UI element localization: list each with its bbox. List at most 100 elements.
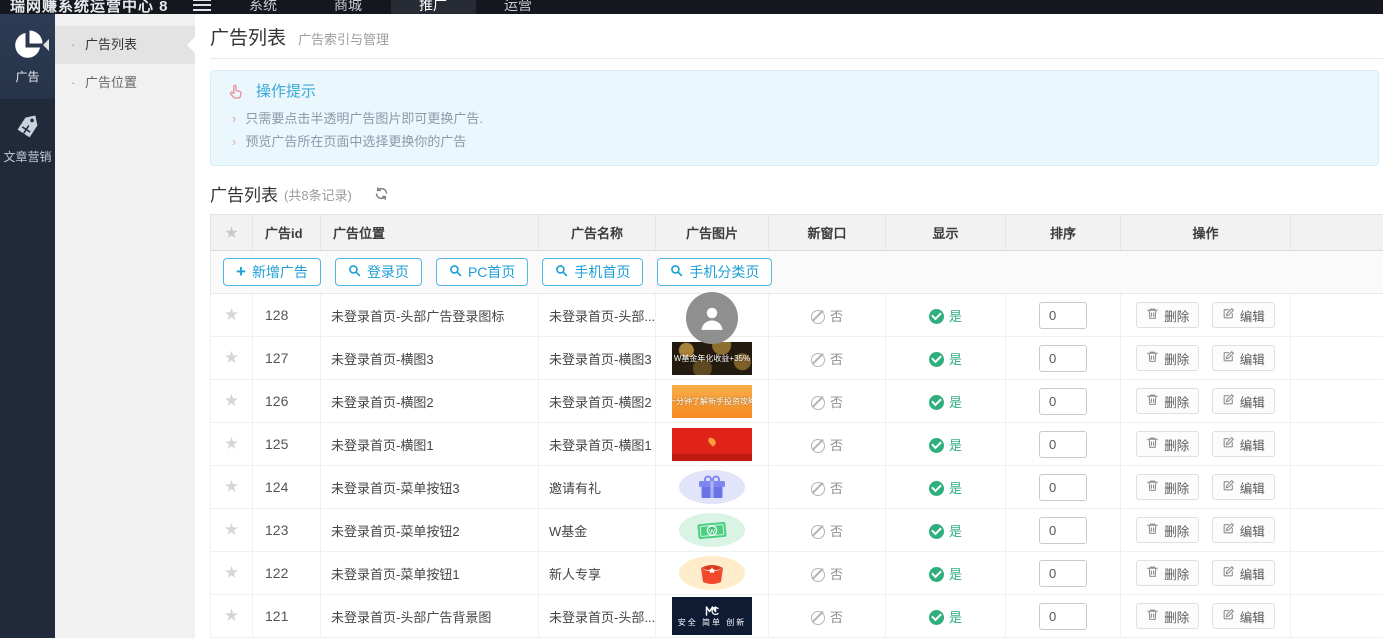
ad-image-banner-dark[interactable]: W基金年化收益+35% [672,342,752,375]
edit-button[interactable]: 编辑 [1212,474,1275,500]
ad-id-cell: 121 [253,595,321,638]
filter-button[interactable]: 登录页 [335,258,422,286]
delete-button[interactable]: 删除 [1136,302,1199,328]
ad-name-cell: 邀请有礼 [539,466,656,509]
refresh-icon[interactable] [374,186,389,201]
delete-button[interactable]: 删除 [1136,603,1199,629]
ad-id-cell: 128 [253,294,321,337]
empty-cell [1291,466,1383,509]
yes-icon [929,524,944,539]
ad-image-redpacket[interactable] [679,556,745,590]
actions-cell: 删除 编辑 [1121,595,1291,638]
edit-button[interactable]: 编辑 [1212,603,1275,629]
column-header: 操作 [1121,215,1291,251]
menu-icon[interactable] [193,0,211,11]
ad-image-banner-navy[interactable]: 安全 简单 创新 [672,597,752,635]
star-icon[interactable]: ★ [224,348,239,367]
sidebar-item-label: 广告 [15,70,39,84]
star-icon[interactable]: ★ [224,606,239,625]
new-window-cell: 否 [769,380,886,423]
ad-position-cell: 未登录首页-横图3 [321,337,539,380]
ad-name-cell: 未登录首页-头部... [539,595,656,638]
sort-input[interactable] [1039,474,1087,501]
yes-icon [929,567,944,582]
actions-cell: 删除 编辑 [1121,552,1291,595]
edit-button[interactable]: 编辑 [1212,388,1275,414]
filter-button[interactable]: PC首页 [436,258,528,286]
trash-icon [1146,522,1159,538]
top-nav-item[interactable]: 系统 [221,0,306,14]
new-window-cell: 否 [769,595,886,638]
sort-input[interactable] [1039,560,1087,587]
actions-cell: 删除 编辑 [1121,380,1291,423]
no-icon [811,396,825,410]
column-header: 显示 [886,215,1006,251]
ad-position-cell: 未登录首页-横图2 [321,380,539,423]
top-nav-item[interactable]: 商城 [306,0,391,14]
add-ad-button[interactable]: + 新增广告 [223,258,321,286]
favorite-column-header: ★ [211,215,253,251]
red-packet-icon [699,561,725,585]
tips-box: 操作提示 只需要点击半透明广告图片即可更换广告. 预览广告所在页面中选择更换你的… [210,70,1379,166]
sort-input[interactable] [1039,517,1087,544]
delete-button[interactable]: 删除 [1136,560,1199,586]
ad-image-banner-orange[interactable]: 一分钟了解新手投资攻略 [672,385,752,418]
ad-image-avatar[interactable] [686,292,738,344]
star-icon[interactable]: ★ [224,305,239,324]
no-icon [811,482,825,496]
sidebar-item[interactable]: 广告 [0,14,55,99]
new-window-cell: 否 [769,337,886,380]
submenu-item[interactable]: 广告位置 [55,64,195,102]
edit-button[interactable]: 编辑 [1212,345,1275,371]
table-row: ★ 121 未登录首页-头部广告背景图 未登录首页-头部... 安全 简单 创新… [211,595,1383,638]
flame-icon [707,436,718,447]
delete-button[interactable]: 删除 [1136,345,1199,371]
trash-icon [1146,565,1159,581]
sort-input[interactable] [1039,431,1087,458]
top-nav-item[interactable]: 推广 [391,0,476,14]
sidebar-item[interactable]: 文章营销 [0,99,55,179]
ads-table: ★ 广告id广告位置广告名称广告图片新窗口显示排序操作 + 新增广告 登录页 [210,214,1383,638]
table-row: ★ 123 未登录首页-菜单按钮2 W基金 w 否 是 删除 编辑 [211,509,1383,552]
edit-button[interactable]: 编辑 [1212,302,1275,328]
filter-button[interactable]: 手机首页 [542,258,643,286]
star-icon[interactable]: ★ [224,434,239,453]
actions-cell: 删除 编辑 [1121,423,1291,466]
star-icon[interactable]: ★ [224,520,239,539]
sidebar-item-label: 文章营销 [3,150,51,164]
ad-image-cash[interactable]: w [679,513,745,547]
sort-input[interactable] [1039,388,1087,415]
actions-cell: 删除 编辑 [1121,466,1291,509]
yes-icon [929,481,944,496]
ad-image-banner-red[interactable] [672,428,752,461]
ad-id-cell: 123 [253,509,321,552]
delete-button[interactable]: 删除 [1136,431,1199,457]
sort-input[interactable] [1039,345,1087,372]
edit-button[interactable]: 编辑 [1212,560,1275,586]
empty-cell [1291,509,1383,552]
sort-input[interactable] [1039,302,1087,329]
delete-button[interactable]: 删除 [1136,388,1199,414]
star-icon[interactable]: ★ [224,477,239,496]
page-subtitle: 广告索引与管理 [298,24,389,48]
yes-icon [929,352,944,367]
top-nav-item[interactable]: 运营 [476,0,561,14]
submenu-item[interactable]: 广告列表 [55,26,195,64]
sort-input[interactable] [1039,603,1087,630]
page-header: 广告列表 广告索引与管理 [210,14,1383,59]
submenu-item-label: 广告列表 [85,37,137,52]
actions-cell: 删除 编辑 [1121,337,1291,380]
edit-button[interactable]: 编辑 [1212,431,1275,457]
edit-icon [1222,522,1235,538]
star-icon[interactable]: ★ [224,563,239,582]
delete-button[interactable]: 删除 [1136,474,1199,500]
sort-cell [1006,294,1121,337]
filter-button[interactable]: 手机分类页 [657,258,772,286]
edit-button[interactable]: 编辑 [1212,517,1275,543]
column-header: 广告名称 [539,215,656,251]
ad-image-gift[interactable] [679,470,745,504]
delete-button[interactable]: 删除 [1136,517,1199,543]
star-icon[interactable]: ★ [224,391,239,410]
plus-icon: + [236,263,246,282]
trash-icon [1146,350,1159,366]
